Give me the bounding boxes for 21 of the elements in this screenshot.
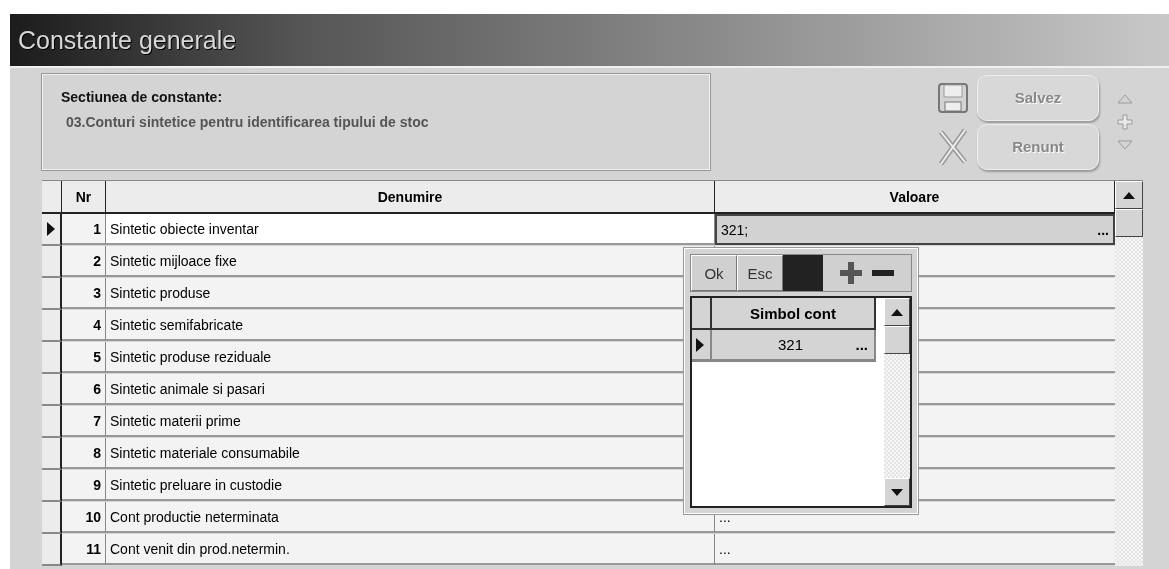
row-number: 5 [62, 342, 106, 373]
row-number: 8 [62, 438, 106, 469]
row-number: 3 [62, 278, 106, 309]
section-value: 03.Conturi sintetice pentru identificarea tipului de stoc [65, 114, 430, 130]
value-text: ... [719, 540, 731, 557]
row-number: 6 [62, 374, 106, 405]
table-cell: Cont productie neterminata [106, 502, 715, 533]
value-text: 321 [778, 336, 804, 353]
window-title: Constante generale [18, 25, 237, 55]
row-number: 1 [62, 214, 106, 245]
row-number: 4 [62, 310, 106, 341]
table-cell: Sintetic obiecte inventar [106, 214, 715, 245]
row-number: 2 [62, 246, 106, 277]
value-text: ... [719, 508, 731, 525]
row-number: 7 [62, 406, 106, 437]
table-cell: Cont venit din prod.netermin. [106, 534, 715, 565]
row-number: 9 [62, 470, 106, 501]
row-number: 11 [62, 534, 106, 565]
row-number: 10 [62, 502, 106, 533]
value-text: 321; [721, 221, 749, 238]
section-label: Sectiunea de constante: [61, 89, 224, 105]
